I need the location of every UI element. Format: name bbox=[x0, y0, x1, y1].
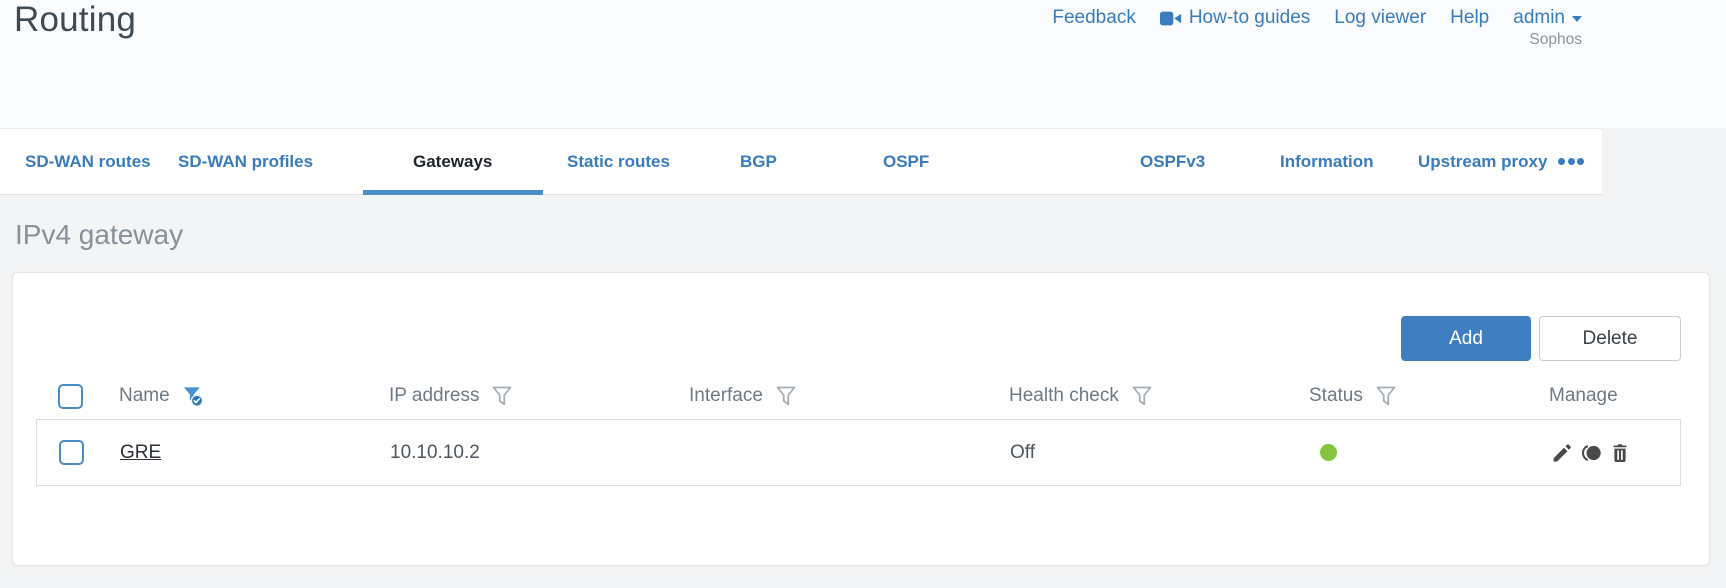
table-header: Name IP address Interface Health check S… bbox=[36, 375, 1681, 417]
help-link[interactable]: Help bbox=[1450, 7, 1489, 29]
column-header-interface: Interface bbox=[689, 385, 763, 406]
health-check-filter-icon[interactable] bbox=[1131, 385, 1153, 408]
column-header-ip-address: IP address bbox=[389, 385, 480, 406]
select-all-checkbox[interactable] bbox=[58, 383, 83, 409]
ip-address-cell: 10.10.10.2 bbox=[390, 441, 480, 463]
edit-icon[interactable] bbox=[1550, 441, 1574, 465]
admin-menu[interactable]: admin bbox=[1513, 7, 1582, 29]
page-header: Routing Feedback How-to guides Log viewe… bbox=[0, 0, 1726, 128]
row-checkbox[interactable] bbox=[59, 440, 84, 465]
log-viewer-link[interactable]: Log viewer bbox=[1334, 7, 1426, 29]
column-header-status: Status bbox=[1309, 385, 1363, 406]
tab-bgp[interactable]: BGP bbox=[740, 129, 777, 194]
tab-sd-wan-profiles[interactable]: SD-WAN profiles bbox=[178, 129, 313, 194]
active-tab-underline bbox=[363, 190, 543, 195]
ellipsis-icon bbox=[1558, 158, 1565, 165]
ellipsis-icon bbox=[1577, 158, 1584, 165]
add-button[interactable]: Add bbox=[1401, 316, 1531, 361]
ellipsis-icon bbox=[1567, 158, 1575, 165]
delete-icon[interactable] bbox=[1608, 441, 1632, 465]
delete-button[interactable]: Delete bbox=[1539, 316, 1681, 361]
tab-sd-wan-routes[interactable]: SD-WAN routes bbox=[25, 129, 151, 194]
howto-guides-label: How-to guides bbox=[1188, 7, 1311, 28]
tab-information[interactable]: Information bbox=[1280, 129, 1374, 194]
ipv4-gateway-panel: Add Delete Name IP address Interface Hea bbox=[12, 272, 1710, 566]
section-title: IPv4 gateway bbox=[15, 219, 184, 250]
gateway-name-link[interactable]: GRE bbox=[120, 442, 161, 464]
tab-ospfv3[interactable]: OSPFv3 bbox=[1140, 129, 1205, 194]
brand-label: Sophos bbox=[1529, 31, 1582, 48]
manage-cell bbox=[1550, 441, 1680, 465]
column-header-health-check: Health check bbox=[1009, 385, 1119, 406]
admin-label: admin bbox=[1513, 7, 1565, 28]
interface-filter-icon[interactable] bbox=[775, 385, 797, 408]
howto-guides-link[interactable]: How-to guides bbox=[1159, 7, 1311, 29]
status-filter-icon[interactable] bbox=[1375, 385, 1397, 408]
video-camera-icon bbox=[1159, 11, 1181, 25]
tab-ospf[interactable]: OSPF bbox=[883, 129, 929, 194]
table-row: GRE 10.10.10.2 Off bbox=[36, 419, 1681, 486]
ip-address-filter-icon[interactable] bbox=[491, 385, 513, 408]
tab-static-routes[interactable]: Static routes bbox=[567, 129, 670, 194]
more-tabs-button[interactable] bbox=[1558, 129, 1584, 194]
top-nav: Feedback How-to guides Log viewer Help a… bbox=[1052, 7, 1582, 29]
tab-bar: SD-WAN routes SD-WAN profiles Gateways S… bbox=[0, 128, 1602, 195]
page-title: Routing bbox=[14, 0, 137, 39]
status-dot bbox=[1320, 444, 1337, 461]
column-header-manage: Manage bbox=[1549, 385, 1618, 406]
feedback-link[interactable]: Feedback bbox=[1052, 7, 1135, 29]
tab-gateways[interactable]: Gateways bbox=[413, 129, 492, 194]
name-filter-active-icon[interactable] bbox=[182, 385, 204, 408]
chevron-down-icon bbox=[1572, 16, 1582, 22]
column-header-name: Name bbox=[119, 385, 170, 406]
tab-upstream-proxy[interactable]: Upstream proxy bbox=[1418, 129, 1547, 194]
clone-icon[interactable] bbox=[1579, 441, 1603, 465]
health-check-cell: Off bbox=[1010, 441, 1035, 463]
